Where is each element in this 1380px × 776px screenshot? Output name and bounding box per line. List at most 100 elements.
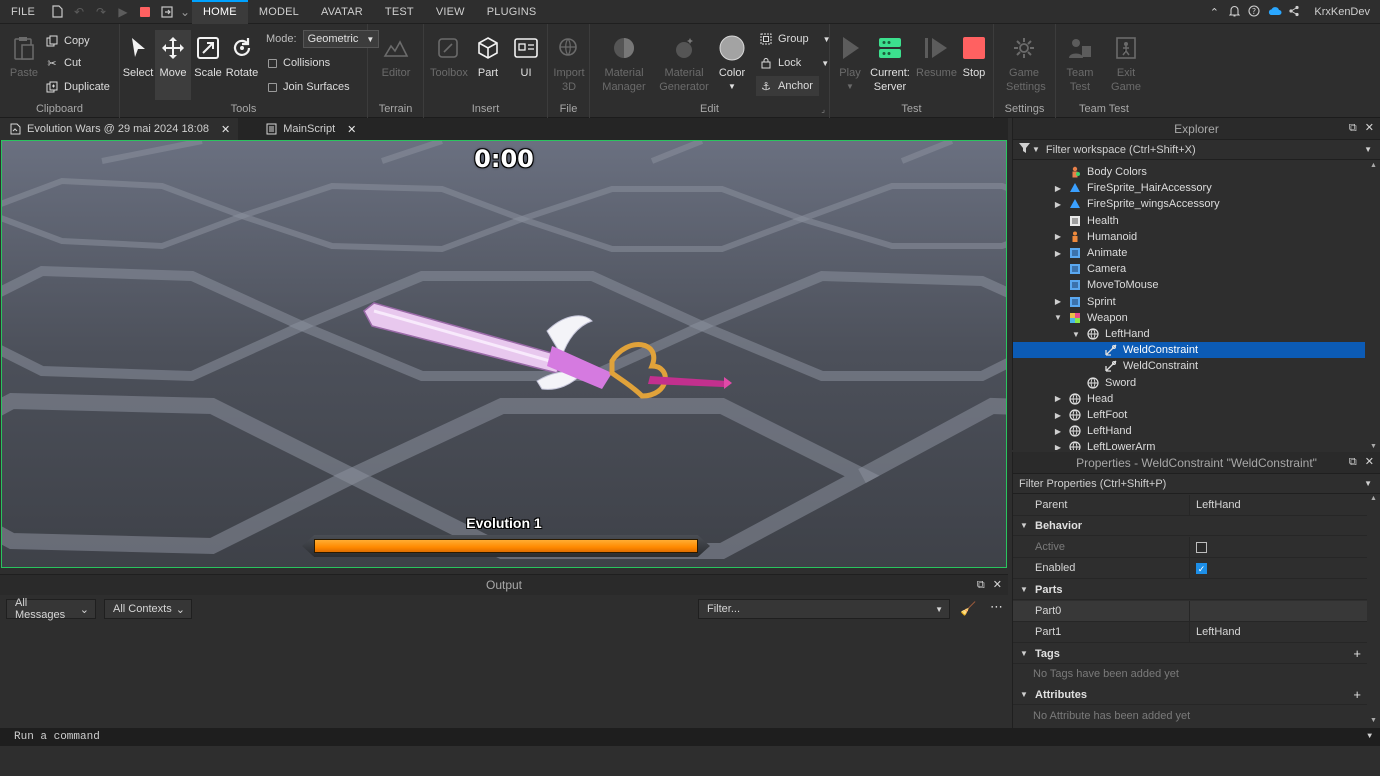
game-settings-button[interactable]: Game Settings: [1006, 30, 1046, 94]
lock-button[interactable]: Lock ▼: [760, 54, 829, 72]
tab-mainscript[interactable]: MainScript ✕: [256, 118, 364, 140]
tab-place[interactable]: Evolution Wars @ 29 mai 2024 18:08 ✕: [0, 118, 239, 140]
scale-tool-button[interactable]: Scale: [190, 30, 226, 80]
resume-button[interactable]: Resume: [916, 30, 957, 80]
paste-button[interactable]: Paste: [6, 30, 42, 80]
tab-plugins[interactable]: PLUGINS: [476, 0, 548, 24]
caret-down-icon[interactable]: ▼: [1364, 145, 1372, 154]
collapsed-arrow-icon[interactable]: ▶: [1053, 200, 1063, 209]
join-surfaces-toggle[interactable]: Join Surfaces: [268, 78, 350, 96]
command-bar-input[interactable]: Run a command: [14, 731, 100, 743]
move-tool-button[interactable]: Move: [155, 30, 191, 100]
explorer-item-body-colors[interactable]: Body Colors: [1013, 164, 1365, 180]
enabled-checkbox[interactable]: ✓: [1196, 562, 1207, 574]
prop-part0[interactable]: Part0: [1013, 601, 1367, 622]
undock-icon[interactable]: ⧉: [1349, 451, 1357, 473]
customize-quick-access-icon[interactable]: ⌄: [178, 0, 192, 24]
username[interactable]: KrxKenDev: [1314, 6, 1370, 18]
collapsed-arrow-icon[interactable]: ▶: [1053, 249, 1063, 258]
category-parts[interactable]: ▼ Parts: [1013, 580, 1367, 600]
select-tool-button[interactable]: Select: [120, 30, 156, 80]
close-icon[interactable]: ✕: [347, 123, 356, 136]
close-icon[interactable]: ✕: [993, 575, 1002, 595]
toolbox-button[interactable]: Toolbox: [430, 30, 468, 80]
share-icon[interactable]: [1288, 5, 1300, 20]
play-dropdown-icon[interactable]: ▼: [832, 80, 868, 94]
tab-avatar[interactable]: AVATAR: [310, 0, 374, 24]
explorer-filter-input[interactable]: ▼ Filter workspace (Ctrl+Shift+X) ▼: [1013, 140, 1380, 160]
category-tags[interactable]: ▼ Tags +: [1013, 644, 1367, 664]
expanded-arrow-icon[interactable]: ▼: [1071, 330, 1081, 339]
undock-icon[interactable]: ⧉: [977, 575, 985, 595]
properties-filter-input[interactable]: Filter Properties (Ctrl+Shift+P) ▼: [1013, 474, 1380, 494]
output-filter-input[interactable]: Filter... ▼: [698, 599, 950, 619]
add-tag-icon[interactable]: +: [1353, 646, 1361, 661]
expanded-arrow-icon[interactable]: ▼: [1053, 313, 1063, 322]
explorer-item-sprint[interactable]: ▶ Sprint: [1013, 294, 1365, 310]
exit-game-button[interactable]: Exit Game: [1108, 30, 1144, 94]
material-manager-button[interactable]: Material Manager: [602, 30, 646, 94]
explorer-item-sword[interactable]: Sword: [1013, 375, 1365, 391]
explorer-item-health[interactable]: Health: [1013, 213, 1365, 229]
explorer-item-weldconstraint[interactable]: WeldConstraint: [1013, 358, 1365, 374]
prop-active[interactable]: Active: [1013, 537, 1367, 558]
play-quick-icon[interactable]: ▶: [112, 0, 134, 24]
explorer-item-lefthand[interactable]: ▼ LeftHand: [1013, 326, 1365, 342]
caret-down-icon[interactable]: ▼: [1364, 479, 1372, 488]
explorer-item-firesprite-hairaccessory[interactable]: ▶ FireSprite_HairAccessory: [1013, 180, 1365, 196]
explorer-item-head[interactable]: ▶ Head: [1013, 391, 1365, 407]
category-attributes[interactable]: ▼ Attributes +: [1013, 685, 1367, 705]
join-surfaces-checkbox[interactable]: [268, 82, 277, 92]
terrain-editor-button[interactable]: Editor: [378, 30, 414, 80]
explorer-item-camera[interactable]: Camera: [1013, 261, 1365, 277]
tab-view[interactable]: VIEW: [425, 0, 476, 24]
prop-part1[interactable]: Part1 LeftHand: [1013, 622, 1367, 643]
expand-edit-icon[interactable]: ⌟: [821, 105, 825, 114]
command-bar[interactable]: Run a command ▼: [0, 728, 1380, 746]
collapsed-arrow-icon[interactable]: ▶: [1053, 427, 1063, 436]
command-history-icon[interactable]: ▼: [1367, 728, 1372, 746]
anchor-button[interactable]: ⚓ Anchor: [756, 76, 819, 96]
file-menu[interactable]: FILE: [0, 0, 46, 24]
properties-scrollbar[interactable]: ▲ ▼: [1368, 495, 1378, 728]
explorer-scrollbar[interactable]: ▲ ▼: [1368, 162, 1378, 450]
active-checkbox[interactable]: [1196, 541, 1207, 553]
import-3d-button[interactable]: Import 3D: [551, 30, 587, 94]
collapsed-arrow-icon[interactable]: ▶: [1053, 411, 1063, 420]
undo-icon[interactable]: ↶: [68, 0, 90, 24]
collapsed-arrow-icon[interactable]: ▶: [1053, 394, 1063, 403]
collapsed-arrow-icon[interactable]: ▶: [1053, 443, 1063, 450]
redo-icon[interactable]: ↷: [90, 0, 112, 24]
add-attribute-icon[interactable]: +: [1353, 687, 1361, 702]
collapse-ribbon-icon[interactable]: ⌃: [1208, 6, 1220, 19]
prop-enabled[interactable]: Enabled ✓: [1013, 558, 1367, 579]
exit-quick-icon[interactable]: [156, 0, 178, 24]
close-icon[interactable]: ✕: [1365, 451, 1374, 473]
group-button[interactable]: Group ▼: [760, 30, 831, 48]
cloud-icon[interactable]: [1268, 6, 1282, 19]
explorer-item-humanoid[interactable]: ▶ Humanoid: [1013, 229, 1365, 245]
stop-quick-icon[interactable]: [134, 0, 156, 24]
prop-parent[interactable]: Parent LeftHand: [1013, 495, 1367, 516]
part-button[interactable]: Part: [470, 30, 506, 80]
tab-model[interactable]: MODEL: [248, 0, 310, 24]
collapsed-arrow-icon[interactable]: ▶: [1053, 232, 1063, 241]
rotate-tool-button[interactable]: Rotate: [224, 30, 260, 80]
duplicate-button[interactable]: Duplicate: [46, 78, 110, 96]
play-button[interactable]: Play ▼: [832, 30, 868, 94]
explorer-item-leftfoot[interactable]: ▶ LeftFoot: [1013, 407, 1365, 423]
notifications-icon[interactable]: [1228, 5, 1241, 20]
clear-output-icon[interactable]: 🧹: [960, 601, 976, 617]
stop-button[interactable]: Stop: [956, 30, 992, 80]
undock-icon[interactable]: ⧉: [1349, 117, 1357, 139]
category-behavior[interactable]: ▼ Behavior: [1013, 516, 1367, 536]
explorer-item-movetomouse[interactable]: MoveToMouse: [1013, 277, 1365, 293]
current-server-button[interactable]: Current: Server: [868, 30, 912, 94]
explorer-item-animate[interactable]: ▶ Animate: [1013, 245, 1365, 261]
ui-button[interactable]: UI: [508, 30, 544, 80]
tab-home[interactable]: HOME: [192, 0, 248, 24]
contexts-filter-dropdown[interactable]: All Contexts ⌄: [104, 599, 192, 619]
collisions-checkbox[interactable]: [268, 58, 277, 68]
explorer-item-leftlowerarm[interactable]: ▶ LeftLowerArm: [1013, 439, 1365, 450]
explorer-item-firesprite-wingsaccessory[interactable]: ▶ FireSprite_wingsAccessory: [1013, 196, 1365, 212]
